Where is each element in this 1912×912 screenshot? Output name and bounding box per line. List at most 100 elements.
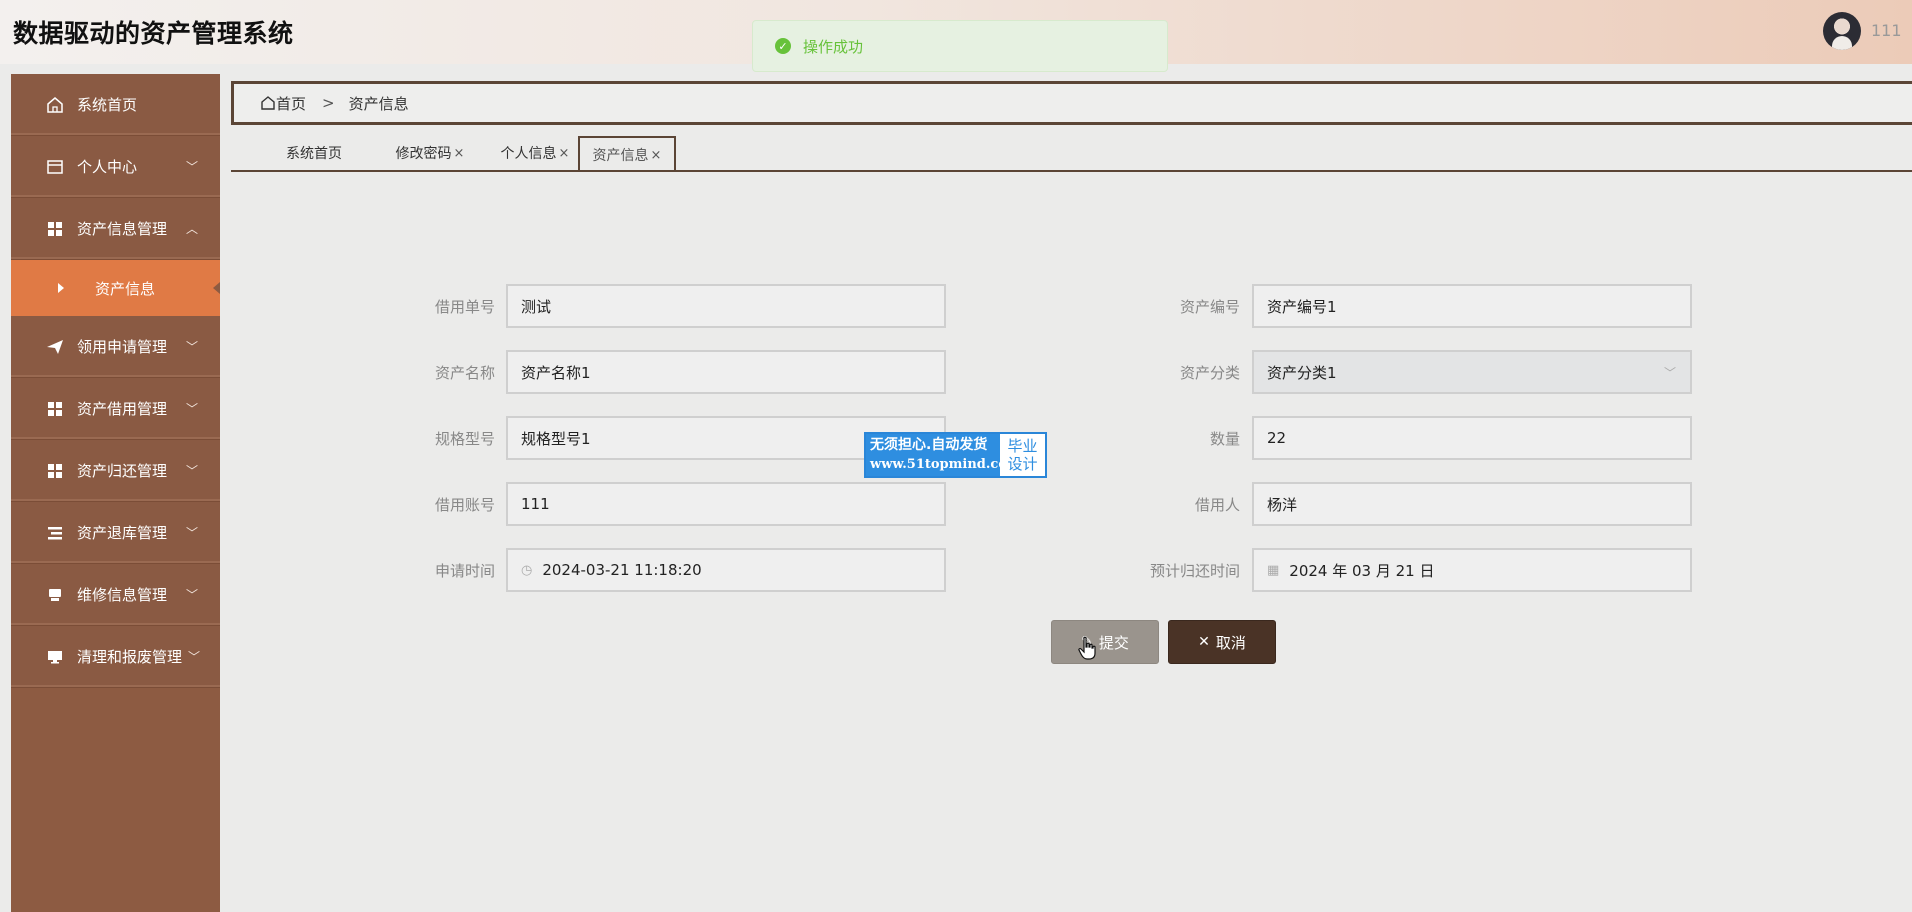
sidebar-item-label: 维修信息管理	[77, 586, 168, 604]
home-icon	[261, 96, 275, 110]
apply-time-value: 2024-03-21 11:18:20	[542, 561, 702, 579]
sidebar-item-borrow-mgmt[interactable]: 资产借用管理 ﹀	[11, 378, 220, 440]
asset-name-value: 资产名称1	[521, 363, 591, 382]
hand-cursor-icon	[1078, 636, 1096, 660]
watermark-side1: 毕业	[1007, 437, 1038, 455]
sidebar-item-label: 资产退库管理	[77, 524, 168, 542]
sidebar-item-label: 资产归还管理	[77, 462, 168, 480]
borrow-account-value: 111	[521, 495, 550, 513]
sidebar-item-label: 领用申请管理	[77, 338, 168, 356]
watermark-line2: www.51topmind.com	[870, 457, 1021, 472]
tab-asset-info[interactable]: 资产信息 ×	[578, 136, 676, 172]
tab-home[interactable]: 系统首页	[266, 136, 362, 170]
sidebar-item-return-mgmt[interactable]: 资产归还管理 ﹀	[11, 440, 220, 502]
close-icon: ✕	[1198, 634, 1210, 650]
asset-no-label: 资产编号	[1179, 298, 1240, 316]
breadcrumb-home-label: 首页	[276, 94, 307, 113]
check-circle-icon: ✓	[775, 38, 791, 54]
cancel-button-label: 取消	[1215, 633, 1246, 652]
active-marker	[213, 282, 220, 294]
asset-name-label: 资产名称	[434, 364, 495, 382]
sidebar-item-label: 资产借用管理	[77, 400, 168, 418]
sidebar-item-repair-mgmt[interactable]: 维修信息管理 ﹀	[11, 564, 220, 626]
sidebar-item-label: 清理和报废管理	[77, 648, 183, 666]
breadcrumb-home[interactable]: 首页	[260, 93, 306, 114]
breadcrumb-separator: >	[322, 94, 335, 112]
monitor-icon	[45, 647, 65, 667]
close-icon[interactable]: ×	[651, 148, 662, 163]
expected-return-value: 2024 年 03 月 21 日	[1289, 561, 1435, 580]
submit-button[interactable]: ✎ 提交	[1051, 620, 1159, 664]
asset-no-value: 资产编号1	[1267, 297, 1337, 316]
clock-icon: ◷	[521, 562, 533, 578]
success-toast: ✓ 操作成功	[752, 20, 1168, 72]
chevron-down-icon: ﹀	[185, 526, 198, 540]
send-icon	[45, 337, 65, 357]
quantity-value: 22	[1267, 429, 1287, 447]
chevron-down-icon: ﹀	[185, 160, 198, 174]
chevron-down-icon: ﹀	[187, 650, 200, 664]
watermark-text: 无须担心.自动发货 www.51topmind.com	[866, 434, 1021, 476]
borrow-no-input[interactable]: 测试	[506, 284, 946, 328]
tabs-divider	[231, 170, 1912, 172]
submit-button-label: 提交	[1098, 633, 1129, 652]
borrower-value: 杨洋	[1267, 495, 1298, 514]
sidebar-item-label: 系统首页	[77, 96, 138, 114]
tab-change-password[interactable]: 修改密码 ×	[382, 136, 478, 170]
asset-category-select[interactable]: 资产分类1 ﹀	[1252, 350, 1692, 394]
apply-time-label: 申请时间	[434, 562, 495, 580]
sidebar-item-home[interactable]: 系统首页	[11, 74, 220, 136]
cancel-button[interactable]: ✕ 取消	[1168, 620, 1276, 664]
asset-no-input[interactable]: 资产编号1	[1252, 284, 1692, 328]
watermark-side2: 设计	[1007, 455, 1038, 473]
chevron-down-icon: ﹀	[185, 588, 198, 602]
printer-icon	[45, 585, 65, 605]
borrow-account-label: 借用账号	[434, 496, 495, 514]
toast-message: 操作成功	[803, 37, 864, 56]
asset-category-label: 资产分类	[1179, 364, 1240, 382]
sidebar-item-personal-center[interactable]: 个人中心 ﹀	[11, 136, 220, 198]
tab-label: 修改密码	[395, 146, 452, 162]
username[interactable]: 111	[1871, 21, 1902, 40]
avatar[interactable]	[1823, 12, 1861, 50]
sidebar-item-asset-info-mgmt[interactable]: 资产信息管理 ︿	[11, 198, 220, 260]
list-icon	[45, 523, 65, 543]
borrow-account-input[interactable]: 111	[506, 482, 946, 526]
sidebar-item-asset-info[interactable]: 资产信息	[11, 260, 220, 316]
tab-label: 资产信息	[592, 148, 649, 164]
apply-time-picker[interactable]: ◷ 2024-03-21 11:18:20	[506, 548, 946, 592]
sidebar-item-disposal-mgmt[interactable]: 清理和报废管理 ﹀	[11, 626, 220, 688]
spec-model-label: 规格型号	[434, 430, 495, 448]
chevron-down-icon: ﹀	[185, 402, 198, 416]
sidebar-item-label: 资产信息	[95, 279, 156, 298]
close-icon[interactable]: ×	[454, 146, 465, 161]
tab-label: 系统首页	[286, 146, 342, 162]
borrow-no-label: 借用单号	[434, 298, 495, 316]
borrower-label: 借用人	[1194, 496, 1240, 514]
card-icon	[45, 157, 65, 177]
borrower-input[interactable]: 杨洋	[1252, 482, 1692, 526]
asset-category-value: 资产分类1	[1267, 363, 1337, 382]
sidebar-item-label: 资产信息管理	[77, 220, 168, 238]
expected-return-picker[interactable]: ▦ 2024 年 03 月 21 日	[1252, 548, 1692, 592]
breadcrumb: 首页 > 资产信息	[231, 81, 1912, 125]
sidebar-item-requisition-mgmt[interactable]: 领用申请管理 ﹀	[11, 316, 220, 378]
home-icon	[45, 95, 65, 115]
sidebar: 系统首页 个人中心 ﹀ 资产信息管理 ︿ 资产信息 领用申请管理 ﹀ 资产借用管…	[11, 74, 220, 912]
quantity-input[interactable]: 22	[1252, 416, 1692, 460]
caret-right-icon	[51, 278, 71, 298]
close-icon[interactable]: ×	[559, 146, 570, 161]
tab-personal-info[interactable]: 个人信息 ×	[487, 136, 583, 170]
asset-name-input[interactable]: 资产名称1	[506, 350, 946, 394]
grid-icon	[45, 399, 65, 419]
watermark-side: 毕业 设计	[1000, 434, 1045, 476]
calendar-icon: ▦	[1267, 562, 1280, 578]
chevron-down-icon: ﹀	[185, 340, 198, 354]
breadcrumb-current: 资产信息	[348, 94, 409, 113]
expected-return-label: 预计归还时间	[1149, 562, 1240, 580]
grid-icon	[45, 219, 65, 239]
app-title: 数据驱动的资产管理系统	[13, 19, 294, 48]
sidebar-item-withdrawal-mgmt[interactable]: 资产退库管理 ﹀	[11, 502, 220, 564]
sidebar-item-label: 个人中心	[77, 158, 138, 176]
quantity-label: 数量	[1209, 430, 1240, 448]
